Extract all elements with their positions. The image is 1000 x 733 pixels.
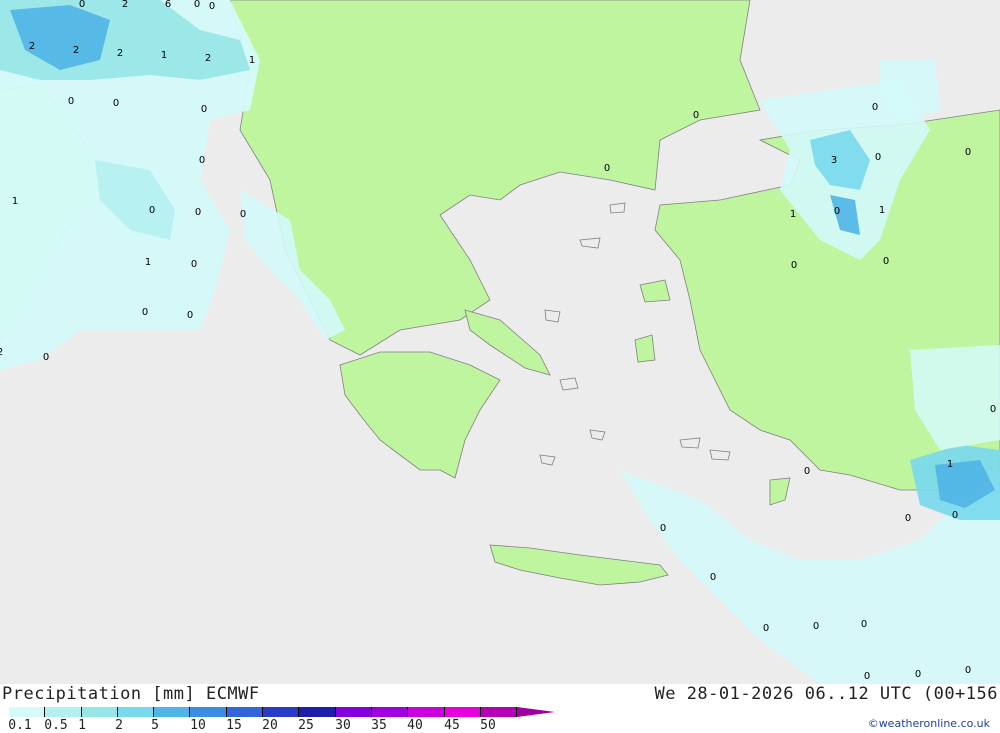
precip-value-label: 1	[248, 55, 256, 66]
precip-value-label: 0	[42, 352, 50, 363]
credit-link[interactable]: ©weatheronline.co.uk	[868, 717, 990, 730]
legend-tick-label: 15	[226, 718, 242, 733]
precip-value-label: 0	[863, 671, 871, 682]
precip-value-label: 0	[67, 96, 75, 107]
legend-colorbar	[9, 707, 556, 717]
island-outline	[579, 237, 601, 249]
precipitation-map[interactable]: 0 2 6 0 2 2 2 1 2 1 0 0 0 0 1 0 0 0 1 0 0 0 0 0 3 0 0 1 1 0 0 0 1 0 0 0 0 0 0 0…	[0, 0, 1000, 684]
legend-tick-label: 45	[444, 718, 460, 733]
precip-value-label: 0	[951, 510, 959, 521]
legend-tick-label: 2	[115, 718, 123, 733]
crete-land	[489, 544, 669, 586]
island-outline	[544, 309, 561, 323]
precip-value-label: 2	[204, 53, 212, 64]
precip-value-label: 0	[141, 307, 149, 318]
precip-value-label: 0	[603, 163, 611, 174]
legend-tick-label: 1	[78, 718, 86, 733]
legend-swatch	[154, 707, 191, 717]
precip-value-label: 0	[148, 205, 156, 216]
legend-tick-label: 50	[480, 718, 496, 733]
legend-swatch	[299, 707, 336, 717]
legend-tick-label: 30	[335, 718, 351, 733]
precip-value-label: 2	[72, 45, 80, 56]
precip-value-label: 3	[830, 155, 838, 166]
precip-value-label: 2	[28, 41, 36, 52]
precip-value-label: 0	[198, 155, 206, 166]
precip-value-label: 0	[239, 209, 247, 220]
precip-value-label: 1	[789, 209, 797, 220]
precip-value-label: 0	[964, 665, 972, 676]
precip-value-label: 0	[914, 669, 922, 680]
island-outline	[709, 449, 731, 461]
precip-value-label: 6	[164, 0, 172, 10]
legend-swatch	[263, 707, 300, 717]
legend-tick-label: 10	[190, 718, 206, 733]
precip-value-label: 0	[659, 523, 667, 534]
legend-swatch	[9, 707, 46, 717]
island-outline	[679, 437, 701, 449]
precip-value-label: 0	[871, 102, 879, 113]
precip-value-label: 1	[878, 205, 886, 216]
island-outline	[609, 202, 626, 214]
legend-arrow	[517, 707, 556, 717]
peloponnese-land	[339, 351, 501, 479]
precip-value-label: 0	[762, 623, 770, 634]
precip-value-label: 0	[194, 207, 202, 218]
precip-value-label: 0	[812, 621, 820, 632]
precip-value-label: 1	[11, 196, 19, 207]
legend-swatch	[480, 707, 518, 717]
evia-land	[464, 309, 551, 376]
legend-swatch	[81, 707, 118, 717]
chios-land	[634, 334, 656, 363]
precip-value-label: 0	[860, 619, 868, 630]
legend-tick-label: 40	[407, 718, 423, 733]
legend-swatch	[45, 707, 82, 717]
precip-value-label: 0	[193, 0, 201, 10]
legend-swatch	[226, 707, 264, 717]
precip-value-label: 0	[790, 260, 798, 271]
precip-value-label: 0	[692, 110, 700, 121]
precip-value-label: 2	[116, 48, 124, 59]
precip-value-label: 0	[882, 256, 890, 267]
legend-tick-label: 5	[151, 718, 159, 733]
legend-ticks: 0.1 0.5 1 2 5 10 15 20 25 30 35 40 45 50	[0, 719, 560, 733]
precip-value-label: 2	[0, 348, 3, 358]
precip-value-label: 1	[946, 459, 954, 470]
precip-value-label: 0	[208, 1, 216, 12]
precip-value-label: 2	[121, 0, 129, 10]
precip-value-label: 0	[112, 98, 120, 109]
precip-value-label: 0	[190, 259, 198, 270]
legend-swatch	[190, 707, 227, 717]
legend-swatch	[117, 707, 155, 717]
legend-tick-label: 35	[371, 718, 387, 733]
island-outline	[539, 454, 556, 466]
precip-value-label: 0	[833, 206, 841, 217]
island-outline	[559, 377, 579, 391]
legend-swatch	[335, 707, 372, 717]
precip-value-label: 0	[803, 466, 811, 477]
legend-tick-label: 20	[262, 718, 278, 733]
lesbos-land	[639, 279, 671, 303]
legend-swatch	[408, 707, 445, 717]
precip-value-label: 0	[989, 404, 997, 415]
legend-tick-label: 0.1	[8, 718, 32, 733]
precip-value-label: 0	[904, 513, 912, 524]
forecast-datetime: We 28-01-2026 06..12 UTC (00+156	[654, 684, 998, 704]
precip-value-label: 0	[186, 310, 194, 321]
precip-value-label: 0	[200, 104, 208, 115]
legend-swatch	[444, 707, 481, 717]
precip-value-label: 0	[874, 152, 882, 163]
island-outline	[589, 429, 606, 441]
legend-tick-label: 0.5	[44, 718, 68, 733]
precip-value-label: 1	[144, 257, 152, 268]
rhodes-land	[769, 477, 791, 506]
precip-value-label: 0	[964, 147, 972, 158]
precip-value-label: 0	[78, 0, 86, 10]
precip-value-label: 0	[709, 572, 717, 583]
precip-value-label: 1	[160, 50, 168, 61]
map-title: Precipitation [mm] ECMWF	[2, 684, 260, 704]
legend-swatch	[371, 707, 409, 717]
legend-tick-label: 25	[298, 718, 314, 733]
map-canvas	[0, 0, 1000, 684]
